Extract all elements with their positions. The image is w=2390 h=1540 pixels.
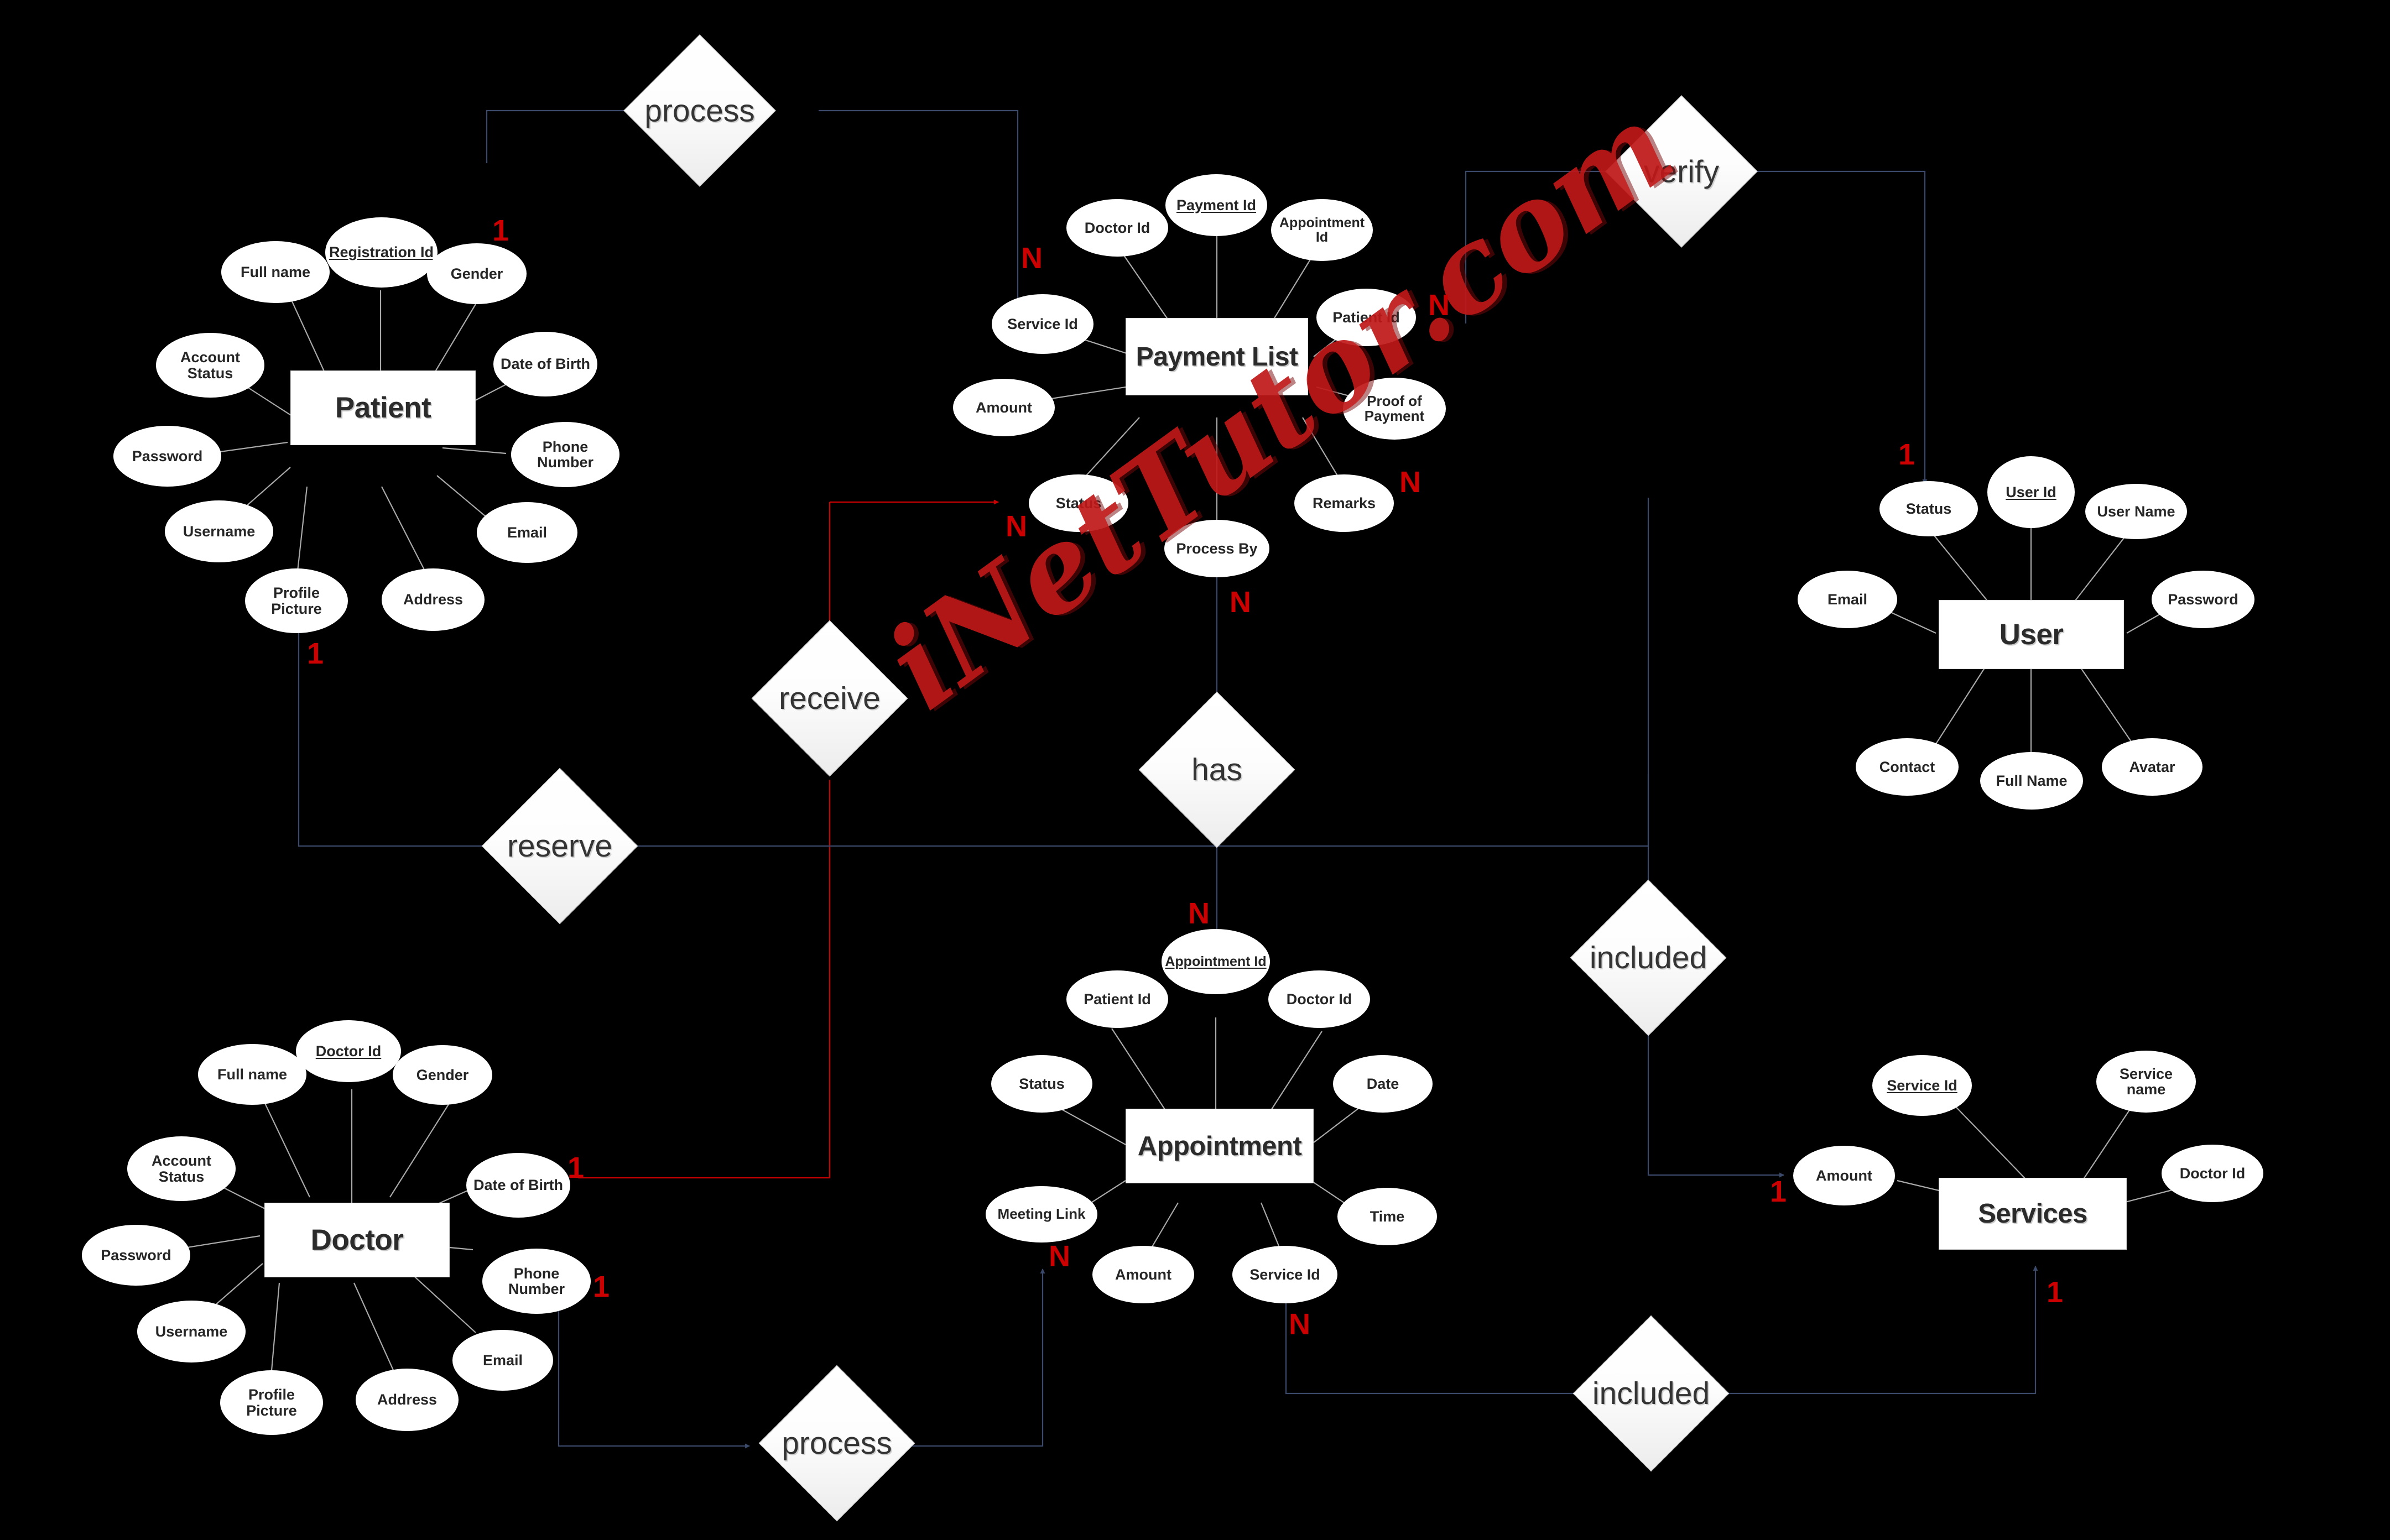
attribute-doctor-username[interactable]: Username bbox=[137, 1301, 246, 1362]
cardinality-services-included-bottom: 1 bbox=[2047, 1276, 2064, 1309]
attribute-doctor-phone-number[interactable]: Phone Number bbox=[482, 1249, 591, 1314]
entity-payment-list[interactable]: Payment List bbox=[1126, 318, 1308, 395]
entity-payment-list-label: Payment List bbox=[1136, 342, 1298, 372]
attribute-patient-registration-id[interactable]: Registration Id bbox=[325, 217, 438, 288]
attribute-services-amount[interactable]: Amount bbox=[1793, 1146, 1895, 1205]
attribute-services-service-id[interactable]: Service Id bbox=[1872, 1055, 1972, 1116]
cardinality-doctor-dob-receive: 1 bbox=[567, 1151, 585, 1184]
cardinality-services-amount-included: 1 bbox=[1770, 1175, 1787, 1208]
attribute-doctor-address[interactable]: Address bbox=[356, 1369, 459, 1431]
attribute-user-user-id[interactable]: User Id bbox=[1987, 456, 2075, 528]
attribute-user-email[interactable]: Email bbox=[1798, 571, 1897, 628]
attribute-payment-payment-id[interactable]: Payment Id bbox=[1165, 174, 1267, 236]
attribute-payment-patient-id[interactable]: Patient Id bbox=[1316, 289, 1416, 346]
attribute-user-avatar[interactable]: Avatar bbox=[2102, 738, 2202, 796]
relationship-receive[interactable]: receive bbox=[751, 620, 908, 777]
attribute-appointment-service-id[interactable]: Service Id bbox=[1232, 1246, 1337, 1303]
attribute-payment-process-by[interactable]: Process By bbox=[1164, 520, 1269, 577]
attribute-doctor-doctor-id[interactable]: Doctor Id bbox=[296, 1020, 401, 1082]
attribute-patient-gender[interactable]: Gender bbox=[427, 243, 527, 304]
entity-patient[interactable]: Patient bbox=[290, 370, 476, 445]
entity-user[interactable]: User bbox=[1939, 600, 2124, 669]
cardinality-paymentlist-patientid-verify: N bbox=[1428, 289, 1450, 322]
attribute-user-contact[interactable]: Contact bbox=[1856, 738, 1959, 796]
attribute-payment-proof-of-payment[interactable]: Proof of Payment bbox=[1343, 378, 1446, 440]
attribute-payment-service-id[interactable]: Service Id bbox=[992, 294, 1094, 354]
relationship-process-top[interactable]: process bbox=[623, 34, 776, 187]
entity-user-label: User bbox=[1999, 618, 2064, 651]
entity-doctor-label: Doctor bbox=[310, 1224, 404, 1256]
attribute-doctor-password[interactable]: Password bbox=[82, 1225, 190, 1286]
attribute-services-doctor-id[interactable]: Doctor Id bbox=[2162, 1145, 2263, 1202]
cardinality-paymentlist-remarks: N bbox=[1399, 466, 1421, 499]
entity-doctor[interactable]: Doctor bbox=[264, 1203, 450, 1277]
cardinality-patient-profilepicture-reserve: 1 bbox=[307, 637, 324, 670]
relationship-reserve[interactable]: reserve bbox=[481, 768, 638, 925]
entity-services[interactable]: Services bbox=[1939, 1178, 2127, 1250]
attribute-payment-remarks[interactable]: Remarks bbox=[1294, 474, 1394, 532]
relationship-included-bottom[interactable]: included bbox=[1572, 1315, 1730, 1472]
attribute-doctor-gender[interactable]: Gender bbox=[393, 1045, 492, 1105]
attribute-appointment-patient-id[interactable]: Patient Id bbox=[1066, 970, 1168, 1028]
attribute-patient-account-status[interactable]: Account Status bbox=[156, 333, 264, 398]
attribute-doctor-email[interactable]: Email bbox=[452, 1330, 553, 1391]
attribute-appointment-time[interactable]: Time bbox=[1337, 1188, 1437, 1245]
attribute-user-user-name[interactable]: User Name bbox=[2085, 484, 2187, 539]
cardinality-appointment-meetinglink-process: N bbox=[1049, 1240, 1070, 1273]
attribute-appointment-status[interactable]: Status bbox=[991, 1055, 1092, 1113]
attribute-patient-password[interactable]: Password bbox=[113, 426, 221, 487]
attribute-user-status[interactable]: Status bbox=[1879, 481, 1978, 536]
relationship-verify[interactable]: verify bbox=[1605, 95, 1758, 248]
attribute-patient-email[interactable]: Email bbox=[477, 502, 577, 563]
attribute-appointment-appointment-id[interactable]: Appointment Id bbox=[1162, 929, 1270, 994]
attribute-doctor-account-status[interactable]: Account Status bbox=[127, 1136, 236, 1201]
cardinality-user-status-verify: 1 bbox=[1898, 438, 1915, 471]
attribute-payment-amount[interactable]: Amount bbox=[953, 379, 1055, 436]
cardinality-appointment-has: N bbox=[1188, 897, 1210, 930]
attribute-patient-full-name[interactable]: Full name bbox=[221, 241, 330, 303]
attribute-patient-phone-number[interactable]: Phone Number bbox=[511, 422, 619, 487]
cardinality-doctor-phone-process: 1 bbox=[593, 1270, 610, 1303]
attribute-doctor-full-name[interactable]: Full name bbox=[198, 1044, 306, 1105]
attribute-patient-profile-picture[interactable]: Profile Picture bbox=[245, 568, 348, 633]
relationship-has[interactable]: has bbox=[1138, 691, 1295, 848]
attribute-services-service-name[interactable]: Service name bbox=[2096, 1051, 2196, 1113]
attribute-user-password[interactable]: Password bbox=[2152, 571, 2254, 628]
attribute-appointment-meeting-link[interactable]: Meeting Link bbox=[986, 1186, 1097, 1243]
cardinality-patient-process: 1 bbox=[492, 214, 509, 247]
attribute-appointment-date[interactable]: Date bbox=[1333, 1055, 1433, 1113]
entity-patient-label: Patient bbox=[335, 391, 431, 424]
er-diagram-canvas: Patient Payment List User Doctor Appoint… bbox=[0, 0, 2390, 1540]
cardinality-paymentlist-status-receive: N bbox=[1006, 510, 1027, 543]
entity-appointment-label: Appointment bbox=[1137, 1131, 1302, 1161]
attribute-doctor-date-of-birth[interactable]: Date of Birth bbox=[466, 1153, 570, 1218]
attribute-user-full-name[interactable]: Full Name bbox=[1980, 752, 2083, 810]
attribute-patient-address[interactable]: Address bbox=[382, 568, 485, 631]
attribute-patient-date-of-birth[interactable]: Date of Birth bbox=[493, 332, 597, 396]
relationship-process-bottom[interactable]: process bbox=[758, 1365, 915, 1522]
entity-appointment[interactable]: Appointment bbox=[1126, 1109, 1314, 1183]
attribute-appointment-amount[interactable]: Amount bbox=[1092, 1246, 1194, 1303]
cardinality-appointment-serviceid-included: N bbox=[1289, 1308, 1310, 1341]
attribute-appointment-doctor-id[interactable]: Doctor Id bbox=[1268, 970, 1370, 1028]
cardinality-paymentlist-serviceid: N bbox=[1021, 242, 1043, 275]
relationship-included-top[interactable]: included bbox=[1570, 879, 1727, 1036]
attribute-doctor-profile-picture[interactable]: Profile Picture bbox=[220, 1370, 323, 1435]
attribute-payment-status[interactable]: Status bbox=[1029, 474, 1128, 532]
entity-services-label: Services bbox=[1978, 1199, 2087, 1229]
attribute-payment-doctor-id[interactable]: Doctor Id bbox=[1066, 199, 1168, 257]
cardinality-paymentlist-processby-has: N bbox=[1230, 586, 1251, 619]
attribute-payment-appointment-id[interactable]: Appointment Id bbox=[1271, 199, 1373, 261]
attribute-patient-username[interactable]: Username bbox=[165, 500, 273, 562]
